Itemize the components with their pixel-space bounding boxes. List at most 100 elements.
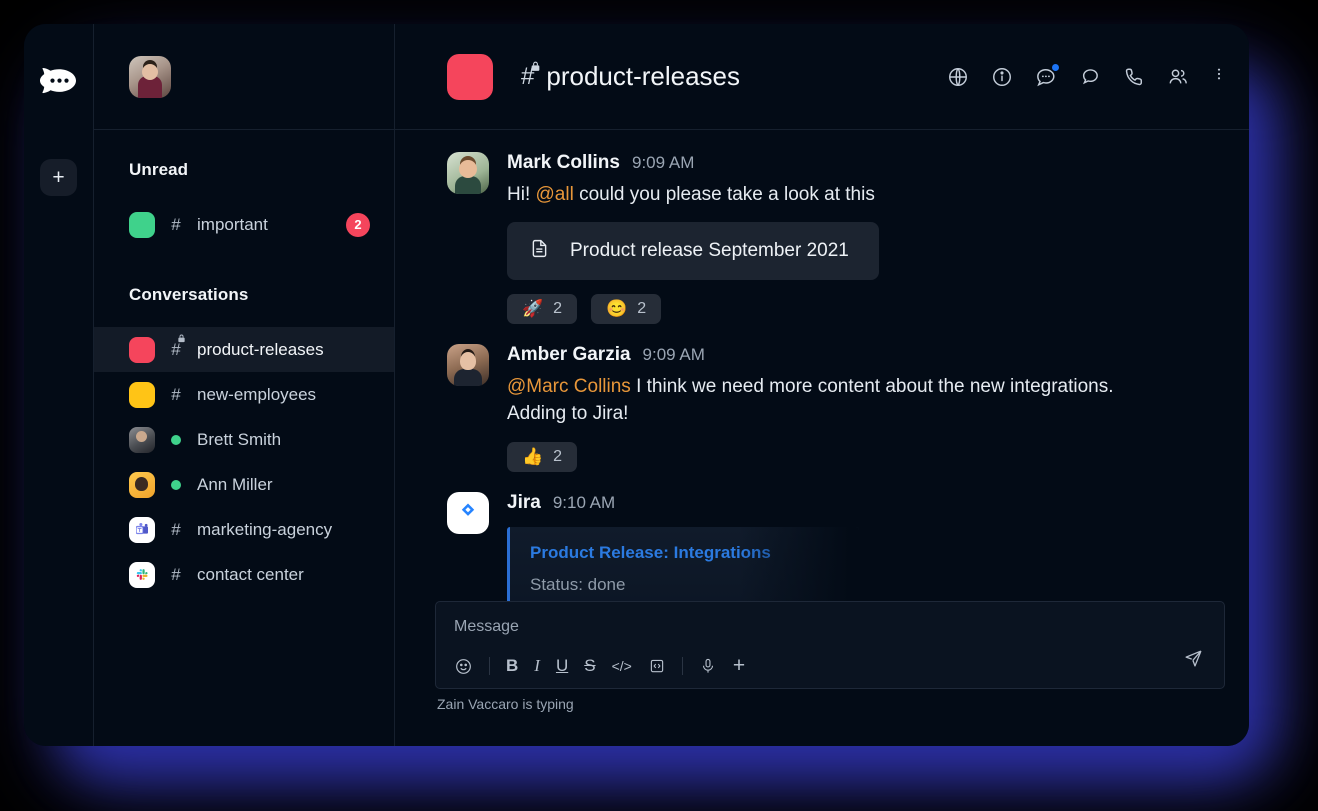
message-author: Amber Garzia <box>507 344 631 366</box>
hash-icon: # <box>155 215 197 235</box>
message-timestamp: 9:09 AM <box>632 153 694 173</box>
code-block-icon[interactable] <box>648 657 666 675</box>
sidebar-item-marketing-agency[interactable]: # marketing-agency <box>94 507 394 552</box>
avatar[interactable] <box>447 492 489 534</box>
sidebar-item-label: important <box>197 215 268 235</box>
sidebar-list: Unread # important 2 Conversations # <box>94 130 395 746</box>
inline-code-icon[interactable]: </> <box>612 658 632 674</box>
avatar <box>129 472 155 498</box>
plus-icon[interactable]: + <box>733 654 745 678</box>
message-timestamp: 9:09 AM <box>643 345 705 365</box>
italic-icon[interactable]: I <box>534 656 540 676</box>
mention-all[interactable]: @all <box>536 184 574 205</box>
channel-color-swatch <box>129 212 155 238</box>
microphone-icon[interactable] <box>699 657 717 675</box>
mention-user[interactable]: @Marc Collins <box>507 376 631 397</box>
avatar[interactable] <box>447 152 489 194</box>
channel-color-swatch <box>129 382 155 408</box>
message-timestamp: 9:10 AM <box>553 493 615 513</box>
rocket-reaction[interactable]: 🚀 2 <box>507 294 577 324</box>
sidebar-item-label: Ann Miller <box>197 475 273 495</box>
sidebar-item-product-releases[interactable]: # product-releases <box>94 327 394 372</box>
sidebar-section-conversations: Conversations <box>94 285 394 305</box>
file-attachment[interactable]: Product release September 2021 <box>507 222 879 280</box>
message-item: Mark Collins 9:09 AM Hi! @all could you … <box>447 152 1209 324</box>
document-icon <box>529 238 550 264</box>
app-window: + Unread # important 2 Conversations <box>24 24 1249 746</box>
info-icon[interactable] <box>991 66 1013 88</box>
main-panel: # product-releases <box>395 24 1249 746</box>
avatar <box>129 427 155 453</box>
message-text: Hi! @all could you please take a look at… <box>507 181 1209 209</box>
phone-icon[interactable] <box>1123 66 1145 88</box>
strikethrough-icon[interactable]: S <box>584 656 595 676</box>
create-new-button[interactable]: + <box>40 159 77 196</box>
message-input[interactable]: Message <box>454 618 1206 636</box>
avatar[interactable] <box>129 56 171 98</box>
threads-icon[interactable] <box>1035 66 1057 88</box>
online-status-icon <box>155 480 197 490</box>
attachment-title: Product release September 2021 <box>570 240 849 262</box>
team-members-icon[interactable] <box>1167 66 1189 88</box>
reactions: 👍 2 <box>507 442 1209 472</box>
message-item: Amber Garzia 9:09 AM @Marc Collins I thi… <box>447 344 1209 472</box>
sidebar-item-brett-smith[interactable]: Brett Smith <box>94 417 394 462</box>
lock-icon <box>530 61 541 72</box>
bold-icon[interactable]: B <box>506 656 518 676</box>
room-toolbar <box>947 66 1227 88</box>
microsoft-teams-icon <box>129 517 155 543</box>
kebab-menu-icon[interactable] <box>1211 66 1227 88</box>
rocketchat-logo-icon <box>39 62 79 102</box>
private-hash-icon: # <box>155 340 197 360</box>
workspace-rail: + <box>24 24 94 746</box>
sidebar-item-new-employees[interactable]: # new-employees <box>94 372 394 417</box>
sidebar-header <box>94 24 395 130</box>
globe-icon[interactable] <box>947 66 969 88</box>
issue-status: Status: done <box>530 575 841 595</box>
slack-icon <box>129 562 155 588</box>
message-author: Mark Collins <box>507 152 620 174</box>
issue-title-link[interactable]: Product Release: Integrations <box>530 543 841 563</box>
sidebar-item-label: contact center <box>197 565 304 585</box>
smile-reaction[interactable]: 😊 2 <box>591 294 661 324</box>
page-title: # product-releases <box>521 61 740 92</box>
room-avatar <box>447 54 493 100</box>
jira-icon <box>456 501 480 525</box>
reactions: 🚀 2 😊 2 <box>507 294 1209 324</box>
sidebar-section-unread: Unread <box>94 160 394 180</box>
discussions-icon[interactable] <box>1079 66 1101 88</box>
composer-area: Message B I U S </> <box>435 601 1225 712</box>
hash-icon: # <box>155 565 197 585</box>
lock-icon <box>177 334 186 343</box>
status-badge <box>1051 63 1060 72</box>
hash-icon: # <box>155 385 197 405</box>
unread-badge: 2 <box>346 213 370 237</box>
hash-icon: # <box>155 520 197 540</box>
typing-indicator: Zain Vaccaro is typing <box>435 696 1225 712</box>
online-status-icon <box>155 435 197 445</box>
emoji-icon[interactable] <box>454 657 473 676</box>
send-button[interactable] <box>1183 648 1204 674</box>
thumbsup-reaction[interactable]: 👍 2 <box>507 442 577 472</box>
sidebar-item-contact-center[interactable]: # contact center <box>94 552 394 597</box>
private-hash-icon: # <box>521 63 534 91</box>
message-author: Jira <box>507 492 541 514</box>
sidebar: Unread # important 2 Conversations # <box>94 24 395 746</box>
underline-icon[interactable]: U <box>556 656 568 676</box>
sidebar-item-important[interactable]: # important 2 <box>94 202 394 247</box>
toolbar-divider <box>682 657 683 675</box>
message-text: @Marc Collins I think we need more conte… <box>507 373 1147 428</box>
channel-color-swatch <box>129 337 155 363</box>
room-header: # product-releases <box>395 24 1249 130</box>
room-name: product-releases <box>546 61 740 92</box>
formatting-toolbar: B I U S </> <box>454 654 1206 678</box>
sidebar-item-label: marketing-agency <box>197 520 332 540</box>
avatar[interactable] <box>447 344 489 386</box>
sidebar-item-ann-miller[interactable]: Ann Miller <box>94 462 394 507</box>
plus-icon: + <box>52 167 64 188</box>
sidebar-item-label: new-employees <box>197 385 316 405</box>
sidebar-item-label: product-releases <box>197 340 324 360</box>
message-composer[interactable]: Message B I U S </> <box>435 601 1225 689</box>
toolbar-divider <box>489 657 490 675</box>
screenshot-stage: + Unread # important 2 Conversations <box>0 0 1318 811</box>
